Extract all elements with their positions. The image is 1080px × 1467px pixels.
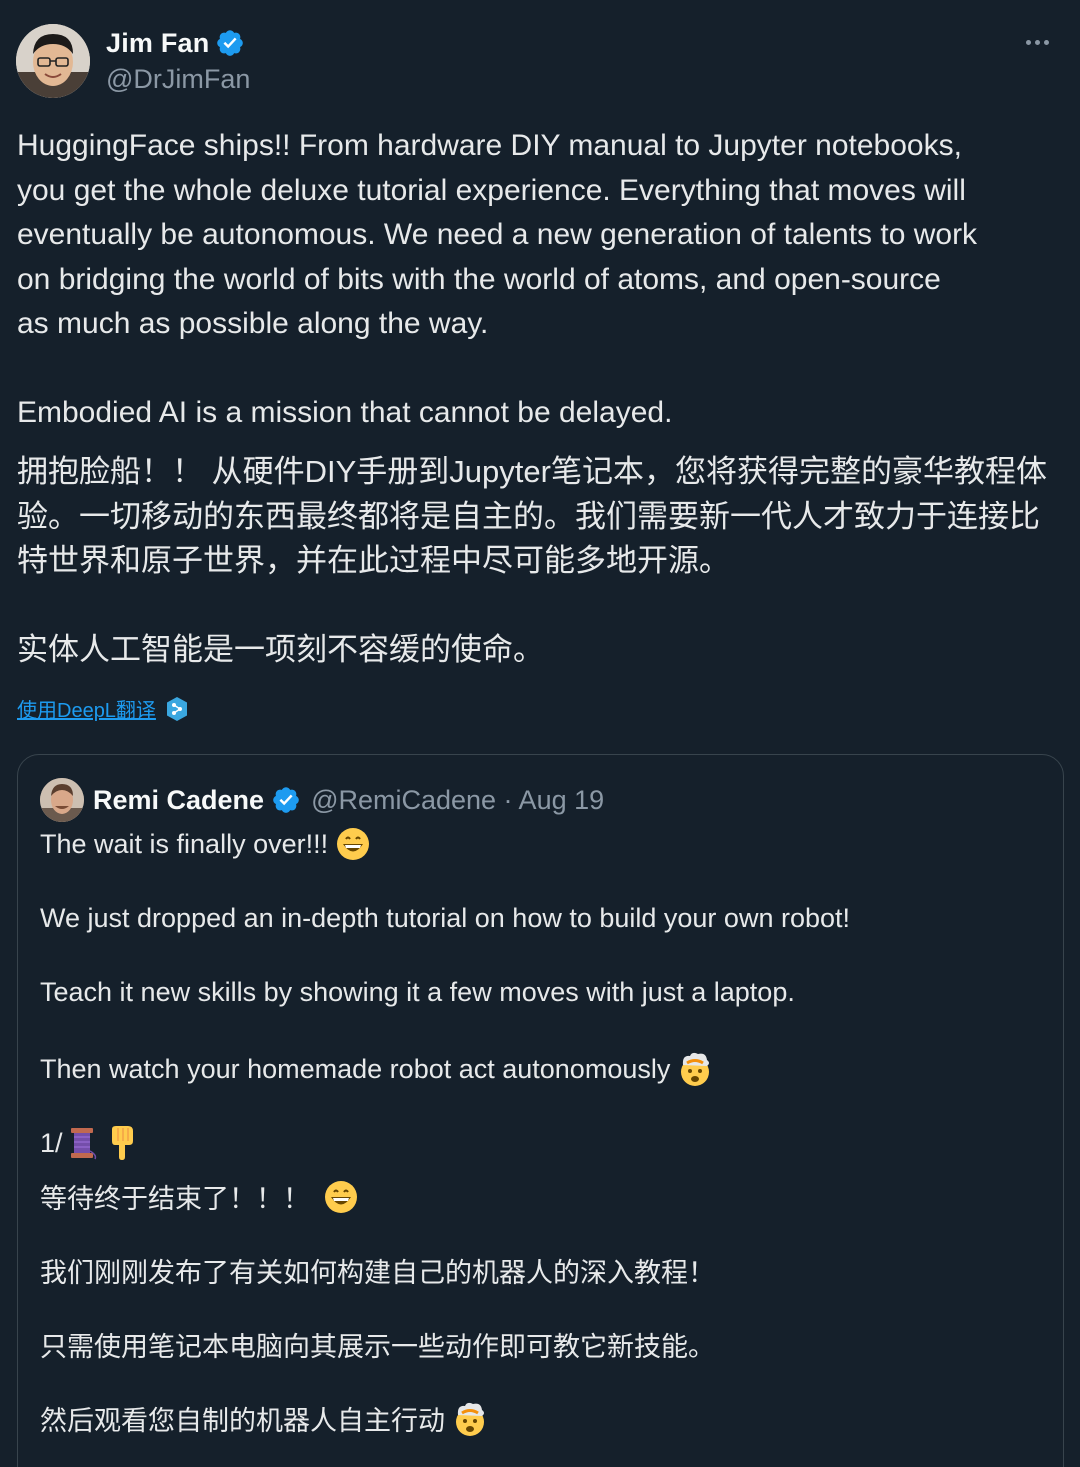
quoted-line: The wait is finally over!!!	[40, 827, 370, 861]
tweet-header: Jim Fan @DrJimFan	[16, 24, 1064, 100]
quoted-line: 我们刚刚发布了有关如何构建自己的机器人的深入教程！	[40, 1258, 715, 1288]
translate-row: 使用DeepL翻译	[17, 694, 188, 723]
quoted-line: 然后观看您自制的机器人自主行动	[40, 1399, 487, 1438]
deepl-icon	[166, 696, 187, 721]
quoted-line-text: 然后观看您自制的机器人自主行动	[40, 1406, 445, 1436]
more-options-icon[interactable]	[1024, 32, 1064, 56]
author-name[interactable]: Jim Fan	[106, 28, 209, 59]
author-block: Jim Fan @DrJimFan	[106, 26, 250, 95]
tweet: Jim Fan @DrJimFan HuggingFace ships!! Fr…	[0, 0, 1080, 1467]
name-row: Jim Fan	[106, 26, 250, 60]
quoted-line: We just dropped an in-depth tutorial on …	[40, 903, 850, 933]
quoted-line: Teach it new skills by showing it a few …	[40, 977, 795, 1007]
quoted-line-text: The wait is finally over!!!	[40, 828, 329, 859]
quoted-line: Then watch your homemade robot act auton…	[40, 1051, 712, 1087]
tweet-text-english: HuggingFace ships!! From hardware DIY ma…	[17, 129, 978, 429]
quoted-line-text: 1/	[40, 1127, 63, 1158]
tweet-text-chinese: 拥抱脸船！！ 从硬件DIY手册到Jupyter笔记本，您将获得完整的豪华教程体 …	[17, 454, 1047, 667]
quoted-header: Remi Cadene @RemiCadene · Aug 19	[40, 777, 604, 823]
translate-link[interactable]: 使用DeepL翻译	[17, 694, 156, 723]
grinning-face-emoji	[325, 1180, 357, 1213]
thread-spool-emoji	[70, 1128, 96, 1160]
verified-badge-icon	[273, 787, 299, 813]
avatar[interactable]	[16, 24, 90, 98]
quoted-line-text: Then watch your homemade robot act auton…	[40, 1053, 671, 1084]
quoted-line: 等待终于结束了！！！	[40, 1177, 358, 1216]
quoted-line: 1/	[40, 1125, 137, 1161]
quoted-author-name[interactable]: Remi Cadene	[93, 785, 264, 816]
author-handle[interactable]: @DrJimFan	[106, 64, 250, 95]
quoted-avatar[interactable]	[40, 778, 84, 822]
quoted-line-text: 等待终于结束了！！！	[40, 1184, 310, 1214]
quoted-tweet[interactable]: Remi Cadene @RemiCadene · Aug 19 The wai…	[17, 754, 1064, 1467]
exploding-head-emoji	[456, 1402, 484, 1436]
quoted-handle-date[interactable]: @RemiCadene · Aug 19	[311, 785, 604, 816]
quoted-line: 只需使用笔记本电脑向其展示一些动作即可教它新技能。	[40, 1332, 715, 1362]
grinning-face-emoji	[337, 828, 370, 860]
verified-badge-icon	[217, 30, 244, 56]
exploding-head-emoji	[681, 1052, 710, 1086]
pointing-down-emoji	[111, 1126, 133, 1160]
